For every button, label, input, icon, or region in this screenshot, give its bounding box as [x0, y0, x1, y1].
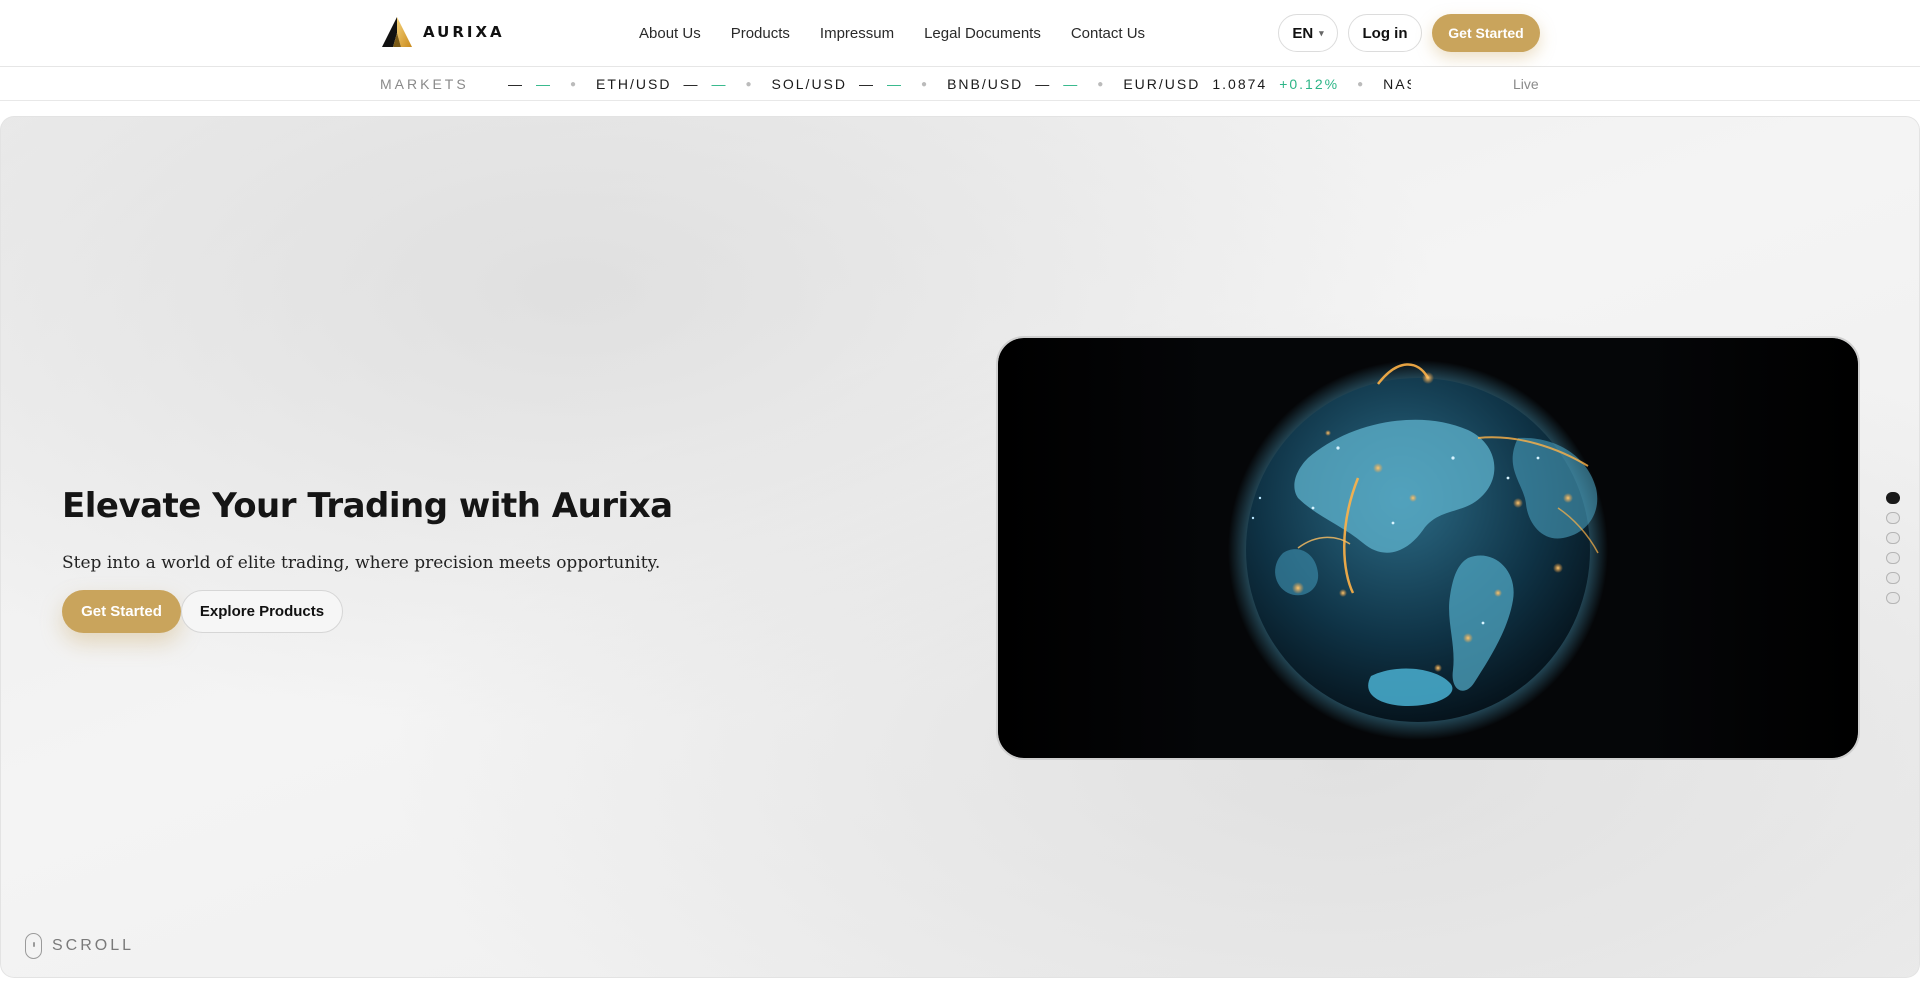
- globe-illustration: [998, 338, 1858, 758]
- mouse-scroll-icon: [25, 933, 42, 959]
- ticker-change: —: [536, 76, 552, 92]
- ticker-price: —: [859, 76, 876, 92]
- aurixa-logo-icon: [382, 17, 412, 47]
- separator-dot-icon: ●: [1357, 78, 1366, 90]
- separator-dot-icon: ●: [921, 78, 930, 90]
- nav-item-about-us[interactable]: About Us: [639, 25, 701, 42]
- ticker-price: —: [508, 76, 524, 92]
- slide-pagination: [1886, 492, 1900, 604]
- slide-dot-3[interactable]: [1886, 532, 1900, 544]
- ticker-price: 1.0874: [1212, 76, 1268, 92]
- hero-globe-visual: [996, 336, 1860, 760]
- ticker-window: — — ● ETH/USD — — ● SOL/USD — — ● BNB/US…: [508, 67, 1411, 101]
- separator-dot-icon: ●: [570, 78, 579, 90]
- ticker-symbol: BNB/USD: [947, 76, 1024, 92]
- get-started-button-header[interactable]: Get Started: [1432, 14, 1540, 52]
- slide-dot-2[interactable]: [1886, 512, 1900, 524]
- scroll-label: SCROLL: [52, 937, 135, 954]
- nav-item-impressum[interactable]: Impressum: [820, 25, 894, 42]
- ticker-label: MARKETS: [380, 76, 469, 92]
- hero-cta-group: Get Started Explore Products: [62, 590, 343, 633]
- nav-item-products[interactable]: Products: [731, 25, 790, 42]
- ticker-change: +0.12%: [1279, 76, 1340, 92]
- get-started-button[interactable]: Get Started: [62, 590, 181, 633]
- ticker-price: —: [683, 76, 700, 92]
- hero-section: Elevate Your Trading with Aurixa Step in…: [0, 116, 1920, 978]
- ticker-item: ETH/USD — — ●: [596, 76, 754, 92]
- separator-dot-icon: ●: [1097, 78, 1106, 90]
- ticker-item: EUR/USD 1.0874 +0.12% ●: [1123, 76, 1365, 92]
- hero-title: Elevate Your Trading with Aurixa: [62, 486, 673, 526]
- ticker-symbol: SOL/USD: [771, 76, 848, 92]
- hero-subtitle: Step into a world of elite trading, wher…: [62, 553, 661, 573]
- scroll-indicator[interactable]: SCROLL: [25, 933, 134, 959]
- ticker-symbol: EUR/USD: [1123, 76, 1201, 92]
- brand-logo[interactable]: AURIXA: [381, 16, 505, 48]
- ticker-track: — — ● ETH/USD — — ● SOL/USD — — ● BNB/US…: [508, 67, 1411, 101]
- language-selector[interactable]: EN ▾: [1278, 14, 1338, 52]
- ticker-live-status: Live: [1513, 76, 1539, 92]
- ticker-change: —: [711, 76, 728, 92]
- ticker-item: — — ●: [508, 76, 578, 92]
- slide-dot-5[interactable]: [1886, 572, 1900, 584]
- market-ticker: MARKETS — — ● ETH/USD — — ● SOL/USD — — …: [0, 67, 1920, 101]
- ticker-item: BNB/USD — — ●: [947, 76, 1105, 92]
- ticker-item: NASDAQ: [1383, 76, 1411, 92]
- ticker-symbol: ETH/USD: [596, 76, 672, 92]
- ticker-price: —: [1035, 76, 1052, 92]
- nav-item-legal-documents[interactable]: Legal Documents: [924, 25, 1041, 42]
- chevron-down-icon: ▾: [1319, 27, 1324, 38]
- separator-dot-icon: ●: [745, 78, 754, 90]
- language-code: EN: [1292, 24, 1314, 42]
- login-button[interactable]: Log in: [1348, 14, 1422, 52]
- explore-products-button[interactable]: Explore Products: [181, 590, 343, 633]
- ticker-symbol: NASDAQ: [1383, 76, 1411, 92]
- slide-dot-1[interactable]: [1886, 492, 1900, 504]
- ticker-change: —: [1063, 76, 1080, 92]
- nav-item-contact-us[interactable]: Contact Us: [1071, 25, 1145, 42]
- slide-dot-6[interactable]: [1886, 592, 1900, 604]
- ticker-item: SOL/USD — — ●: [772, 76, 930, 92]
- top-header: AURIXA About Us Products Impressum Legal…: [0, 0, 1920, 67]
- brand-name: AURIXA: [423, 23, 505, 41]
- main-nav: About Us Products Impressum Legal Docume…: [639, 0, 1145, 66]
- slide-dot-4[interactable]: [1886, 552, 1900, 564]
- ticker-change: —: [887, 76, 904, 92]
